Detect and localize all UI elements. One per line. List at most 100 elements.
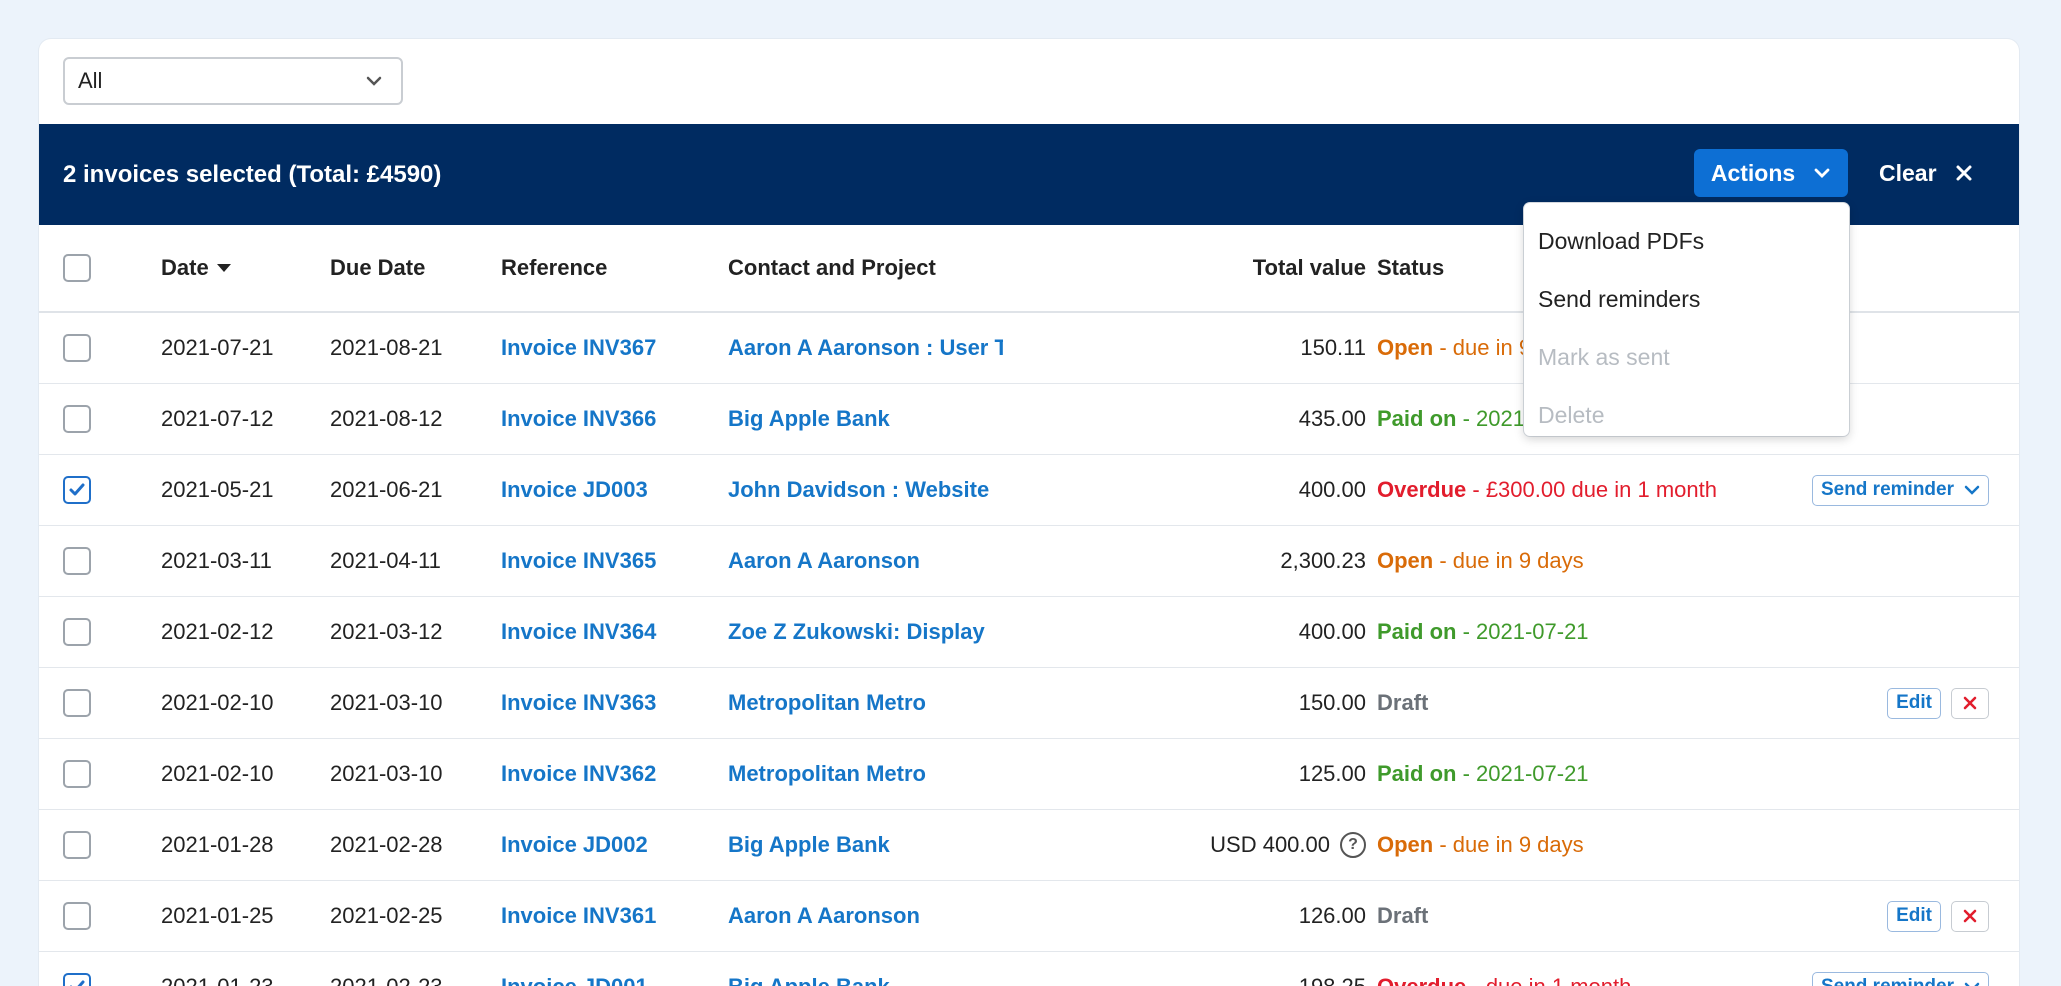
status-detail: - £300.00 due in 1 month xyxy=(1466,477,1717,502)
row-checkbox[interactable] xyxy=(63,405,91,433)
status-detail: - due in 9 days xyxy=(1433,832,1584,857)
table-row: 2021-02-12 2021-03-12 Invoice INV364 Zoe Z … xyxy=(39,597,2019,668)
menu-item-download-pdfs[interactable]: Download PDFs xyxy=(1524,212,1849,270)
close-icon xyxy=(1963,909,1977,923)
invoice-due-date: 2021-04-11 xyxy=(330,548,441,573)
invoice-status: Open - due in 9 days xyxy=(1377,810,1584,880)
menu-item-mark-as-sent: Mark as sent xyxy=(1524,328,1849,386)
row-checkbox[interactable] xyxy=(63,973,91,986)
row-checkbox[interactable] xyxy=(63,760,91,788)
status-word: Open xyxy=(1377,335,1434,360)
checkmark-icon xyxy=(69,980,85,986)
contact-project-link[interactable]: Metropolitan Metro xyxy=(728,761,926,787)
row-checkbox[interactable] xyxy=(63,334,91,362)
row-checkbox[interactable] xyxy=(63,689,91,717)
clear-selection-button[interactable]: Clear xyxy=(1879,149,1973,197)
edit-button[interactable]: Edit xyxy=(1887,687,1941,719)
status-detail: - due in 1 month xyxy=(1466,974,1631,986)
delete-draft-button[interactable] xyxy=(1951,687,1989,719)
actions-button[interactable]: Actions xyxy=(1694,149,1848,197)
invoice-reference-link[interactable]: Invoice JD001 xyxy=(501,974,648,986)
header-status[interactable]: Status xyxy=(1377,255,1444,281)
invoice-date: 2021-02-10 xyxy=(161,690,274,715)
invoice-date: 2021-03-11 xyxy=(161,548,272,573)
row-checkbox[interactable] xyxy=(63,476,91,504)
filter-row: All xyxy=(39,39,2019,124)
contact-project-link[interactable]: Big Apple Bank xyxy=(728,406,890,432)
invoice-reference-link[interactable]: Invoice INV365 xyxy=(501,548,656,574)
status-detail: - 2021-07-21 xyxy=(1456,761,1589,786)
invoice-reference-link[interactable]: Invoice INV362 xyxy=(501,761,656,787)
invoice-total: 2,300.23 xyxy=(1280,548,1366,573)
status-word: Open xyxy=(1377,548,1434,573)
invoice-total: 126.00 xyxy=(1298,903,1366,928)
status-word: Paid on xyxy=(1377,406,1457,431)
send-reminder-label: Send reminder xyxy=(1820,479,1954,500)
send-reminder-button[interactable]: Send reminder xyxy=(1811,474,1989,506)
status-word: Open xyxy=(1377,832,1434,857)
header-total[interactable]: Total value xyxy=(1253,255,1366,281)
row-checkbox[interactable] xyxy=(63,547,91,575)
header-contact[interactable]: Contact and Project xyxy=(728,255,936,281)
contact-project-link[interactable]: Big Apple Bank xyxy=(728,974,890,986)
contact-project-link[interactable]: Metropolitan Metro xyxy=(728,690,926,716)
row-checkbox[interactable] xyxy=(63,902,91,930)
sort-desc-icon xyxy=(216,264,231,272)
contact-project-link[interactable]: John Davidson : Website xyxy=(728,477,989,503)
status-detail: - 2021-07-21 xyxy=(1456,619,1589,644)
invoice-reference-link[interactable]: Invoice INV367 xyxy=(501,335,656,361)
close-icon xyxy=(1963,696,1977,710)
close-icon xyxy=(1956,165,1972,181)
header-reference[interactable]: Reference xyxy=(501,255,607,281)
clear-label: Clear xyxy=(1879,159,1937,186)
menu-item-label: Send reminders xyxy=(1538,285,1701,312)
sort-by-date[interactable]: Date xyxy=(161,225,231,311)
invoice-due-date: 2021-02-23 xyxy=(330,974,443,986)
contact-project-link[interactable]: Big Apple Bank xyxy=(728,832,890,858)
invoice-date: 2021-02-12 xyxy=(161,619,274,644)
invoices-card: All 2 invoices selected (Total: £4590) A… xyxy=(39,39,2019,986)
menu-item-delete: Delete xyxy=(1524,386,1849,444)
contact-project-link[interactable]: Zoe Z Zukowski: Display xyxy=(728,619,985,645)
edit-button[interactable]: Edit xyxy=(1887,900,1941,932)
invoice-reference-link[interactable]: Invoice JD003 xyxy=(501,477,648,503)
invoice-status: Overdue - due in 1 month xyxy=(1377,952,1631,986)
invoice-total: 198.25 xyxy=(1299,974,1366,986)
send-reminder-button[interactable]: Send reminder xyxy=(1811,971,1989,986)
status-filter-select[interactable]: All xyxy=(63,57,403,105)
row-checkbox[interactable] xyxy=(63,618,91,646)
actions-label: Actions xyxy=(1710,159,1796,186)
status-word: Overdue xyxy=(1377,477,1467,502)
invoice-reference-link[interactable]: Invoice INV364 xyxy=(501,619,656,645)
menu-item-send-reminders[interactable]: Send reminders xyxy=(1524,270,1849,328)
invoice-due-date: 2021-02-28 xyxy=(330,832,443,857)
invoice-status: Open - due in 9 days xyxy=(1377,526,1584,596)
actions-dropdown-menu: Download PDFs Send reminders Mark as sen… xyxy=(1524,203,1849,436)
help-icon[interactable]: ? xyxy=(1340,832,1366,858)
select-all-checkbox[interactable] xyxy=(63,254,91,282)
invoice-status: Draft xyxy=(1377,668,1428,738)
row-checkbox[interactable] xyxy=(63,831,91,859)
invoice-reference-link[interactable]: Invoice JD002 xyxy=(501,832,648,858)
status-word: Draft xyxy=(1377,690,1429,715)
invoice-total: 435.00 xyxy=(1298,406,1366,431)
invoice-reference-link[interactable]: Invoice INV361 xyxy=(501,903,656,929)
table-row: 2021-02-10 2021-03-10 Invoice INV363 Metrop… xyxy=(39,668,2019,739)
contact-project-link[interactable]: Aaron A Aaronson : User Testing xyxy=(728,335,1003,361)
menu-item-label: Mark as sent xyxy=(1538,343,1670,370)
invoice-total: 400.00 xyxy=(1298,477,1366,502)
invoice-due-date: 2021-03-12 xyxy=(330,619,443,644)
invoice-date: 2021-01-25 xyxy=(161,903,274,928)
contact-project-link[interactable]: Aaron A Aaronson xyxy=(728,903,920,929)
invoice-reference-link[interactable]: Invoice INV366 xyxy=(501,406,656,432)
header-due-date[interactable]: Due Date xyxy=(330,255,425,281)
contact-project-link[interactable]: Aaron A Aaronson xyxy=(728,548,920,574)
invoice-date: 2021-02-10 xyxy=(161,761,274,786)
selection-summary: 2 invoices selected (Total: £4590) xyxy=(63,160,442,188)
invoice-due-date: 2021-02-25 xyxy=(330,903,443,928)
send-reminder-label: Send reminder xyxy=(1821,976,1954,986)
invoice-total: 150.11 xyxy=(1300,335,1366,360)
invoice-reference-link[interactable]: Invoice INV363 xyxy=(501,690,656,716)
delete-draft-button[interactable] xyxy=(1951,900,1989,932)
table-row: 2021-01-23 2021-02-23 Invoice JD001 Big App… xyxy=(39,952,2019,986)
